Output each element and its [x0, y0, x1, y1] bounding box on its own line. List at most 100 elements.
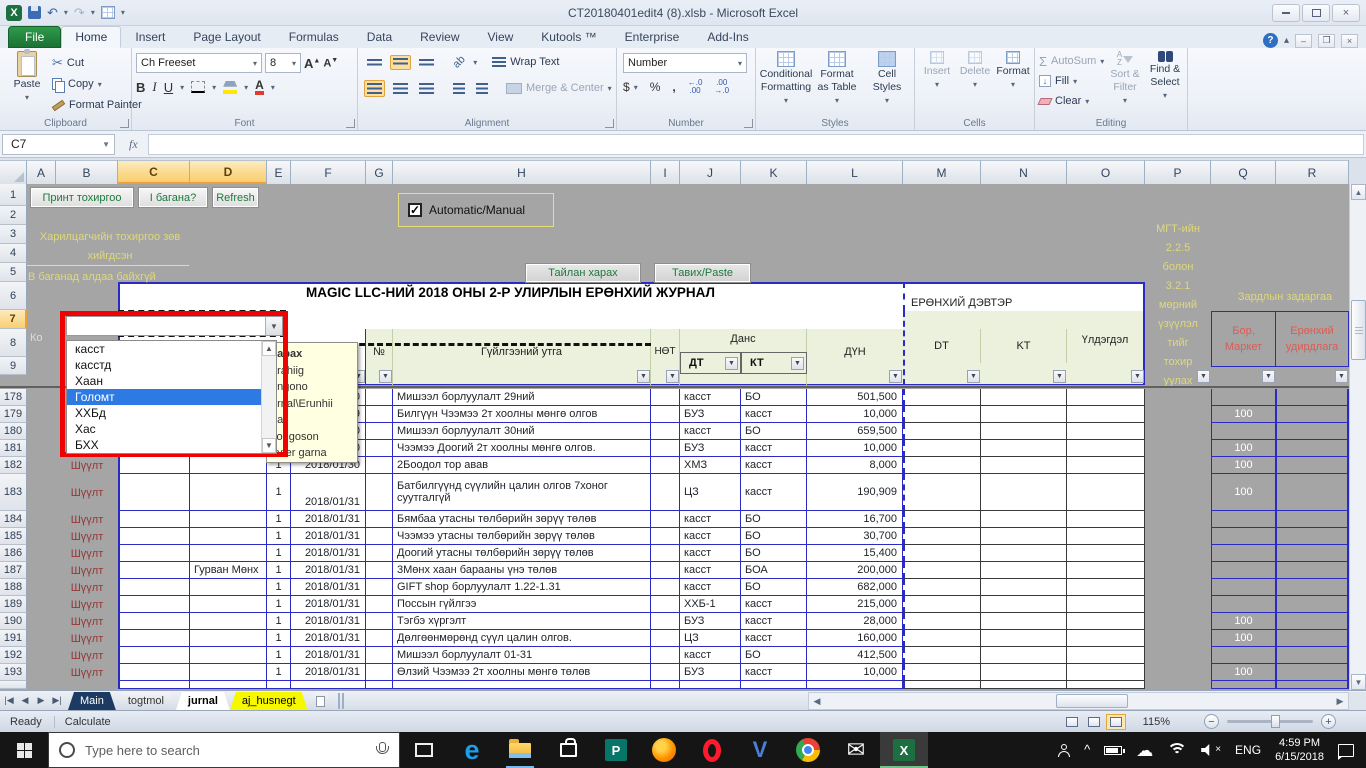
alignment-dialog-launcher-icon[interactable] — [605, 119, 614, 128]
calculate-indicator[interactable]: Calculate — [54, 716, 123, 728]
row-header-partial[interactable] — [0, 681, 27, 689]
row-header-185[interactable]: 185 — [0, 528, 27, 545]
table-view-icon[interactable] — [101, 6, 115, 19]
taskbar-clock[interactable]: 4:59 PM6/15/2018 — [1275, 736, 1324, 764]
i-column-button[interactable]: I багана? — [138, 187, 208, 208]
sheet-tab-togtmol[interactable]: togtmol — [116, 692, 176, 710]
row-header-181[interactable]: 181 — [0, 440, 27, 457]
volume-muted-icon[interactable]: × — [1201, 744, 1221, 756]
chrome-icon[interactable] — [784, 732, 832, 768]
column-header-k[interactable]: K — [741, 160, 807, 184]
view-report-button[interactable]: Тайлан харах — [525, 263, 641, 283]
insert-worksheet-button[interactable] — [308, 692, 334, 710]
zoom-slider[interactable] — [1227, 720, 1313, 723]
column-header-e[interactable]: E — [267, 160, 291, 184]
filter-arrow-p-icon[interactable]: ▼ — [1197, 370, 1210, 383]
workbook-close-icon[interactable]: × — [1341, 34, 1358, 48]
onedrive-icon[interactable]: ☁ — [1136, 742, 1153, 759]
dropdown-item-[interactable]: БХХ — [67, 437, 261, 453]
grow-font-icon[interactable]: A▲ — [304, 56, 320, 71]
row-header-9[interactable]: 9 — [0, 357, 27, 375]
filter-arrow-r-icon[interactable]: ▼ — [1335, 370, 1348, 383]
row-header-6[interactable]: 6 — [0, 282, 27, 310]
language-indicator[interactable]: ENG — [1235, 743, 1261, 757]
close-button[interactable]: × — [1332, 4, 1360, 22]
zoom-in-icon[interactable]: + — [1321, 714, 1336, 729]
horizontal-scrollbar[interactable]: ◀ ▶ — [808, 692, 1349, 710]
scroll-up-icon[interactable]: ▲ — [262, 341, 276, 356]
taskbar-search[interactable]: Type here to search — [48, 732, 400, 768]
microphone-icon[interactable] — [375, 742, 389, 758]
tab-view[interactable]: View — [474, 26, 528, 48]
delete-cells-button[interactable]: Delete▾ — [957, 51, 993, 90]
bold-button[interactable]: B — [136, 80, 145, 95]
shrink-font-icon[interactable]: A▼ — [323, 57, 338, 70]
undo-caret-icon[interactable]: ▾ — [64, 8, 68, 17]
tab-review[interactable]: Review — [406, 26, 473, 48]
dropdown-item-[interactable]: Голомт — [67, 389, 261, 405]
store-icon[interactable] — [544, 732, 592, 768]
column-header-q[interactable]: Q — [1211, 160, 1276, 184]
cut-button[interactable]: ✂Cut — [52, 54, 142, 72]
opera-icon[interactable] — [688, 732, 736, 768]
horizontal-scroll-thumb[interactable] — [1056, 694, 1128, 708]
format-painter-button[interactable]: Format Painter — [52, 96, 142, 114]
find-select-button[interactable]: Find &Select▾ — [1145, 51, 1185, 101]
automatic-manual-checkbox[interactable]: ✓ — [408, 203, 422, 217]
tab-formulas[interactable]: Formulas — [275, 26, 353, 48]
undo-icon[interactable]: ↶ — [47, 6, 58, 19]
redo-caret-icon[interactable]: ▾ — [91, 8, 95, 17]
row-header-4[interactable]: 4 — [0, 244, 27, 263]
page-layout-view-icon[interactable] — [1084, 714, 1104, 730]
column-header-credit[interactable]: КТ▼ — [741, 352, 807, 374]
column-header-f[interactable]: F — [291, 160, 366, 184]
customize-quick-access-icon[interactable]: ▾ — [121, 8, 125, 17]
chevron-up-icon[interactable]: ^ — [1084, 745, 1090, 755]
tab-scrollbar-splitter[interactable] — [338, 693, 344, 709]
scroll-right-arrow-icon[interactable]: ▶ — [1332, 693, 1348, 709]
scroll-down-icon[interactable]: ▼ — [262, 438, 276, 453]
column-header-d[interactable]: D — [190, 160, 267, 184]
italic-button[interactable]: I — [152, 79, 156, 95]
refresh-button[interactable]: Refresh — [212, 187, 259, 208]
edge-icon[interactable]: e — [448, 732, 496, 768]
task-view-icon[interactable] — [400, 732, 448, 768]
tab-home[interactable]: Home — [61, 26, 121, 48]
filter-arrow-g-icon[interactable]: ▼ — [379, 370, 392, 383]
column-header-o[interactable]: O — [1067, 160, 1145, 184]
account-combobox[interactable]: ▼ — [66, 316, 283, 336]
help-icon[interactable]: ? — [1263, 33, 1278, 48]
column-header-n[interactable]: N — [981, 160, 1067, 184]
zoom-slider-thumb[interactable] — [1271, 715, 1280, 728]
row-header-180[interactable]: 180 — [0, 423, 27, 440]
row-header-182[interactable]: 182 — [0, 457, 27, 474]
filter-arrow-q-icon[interactable]: ▼ — [1262, 370, 1275, 383]
row-header-192[interactable]: 192 — [0, 647, 27, 664]
vertical-scroll-thumb[interactable] — [1351, 300, 1366, 360]
font-dialog-launcher-icon[interactable] — [346, 119, 355, 128]
tab-page-layout[interactable]: Page Layout — [179, 26, 274, 48]
wrap-text-button[interactable]: Wrap Text — [492, 53, 559, 71]
row-header-189[interactable]: 189 — [0, 596, 27, 613]
row-header-5[interactable]: 5 — [0, 263, 27, 282]
filter-arrow-o-icon[interactable]: ▼ — [1131, 370, 1144, 383]
filter-arrow-i-icon[interactable]: ▼ — [666, 370, 679, 383]
v-app-icon[interactable]: V — [736, 732, 784, 768]
excel-icon[interactable]: X — [880, 732, 928, 768]
column-header-p[interactable]: P — [1145, 160, 1211, 184]
action-center-icon[interactable] — [1338, 744, 1354, 757]
people-icon[interactable] — [1058, 744, 1070, 757]
row-header-8[interactable]: 8 — [0, 329, 27, 357]
align-bottom-icon[interactable] — [416, 56, 437, 69]
row-header-3[interactable]: 3 — [0, 225, 27, 244]
clear-button[interactable]: Clear▾ — [1039, 92, 1104, 110]
tab-enterprise[interactable]: Enterprise — [611, 26, 694, 48]
paste-data-button[interactable]: Тавих/Paste — [654, 263, 751, 283]
row-header-7[interactable]: 7 — [0, 310, 27, 329]
align-center-icon[interactable] — [390, 80, 411, 97]
align-right-icon[interactable] — [416, 80, 437, 97]
dropdown-item-[interactable]: Хас — [67, 421, 261, 437]
publisher-icon[interactable]: P — [592, 732, 640, 768]
sheet-tab-aj-husnegt[interactable]: aj_husnegt — [230, 692, 308, 710]
row-header-184[interactable]: 184 — [0, 511, 27, 528]
